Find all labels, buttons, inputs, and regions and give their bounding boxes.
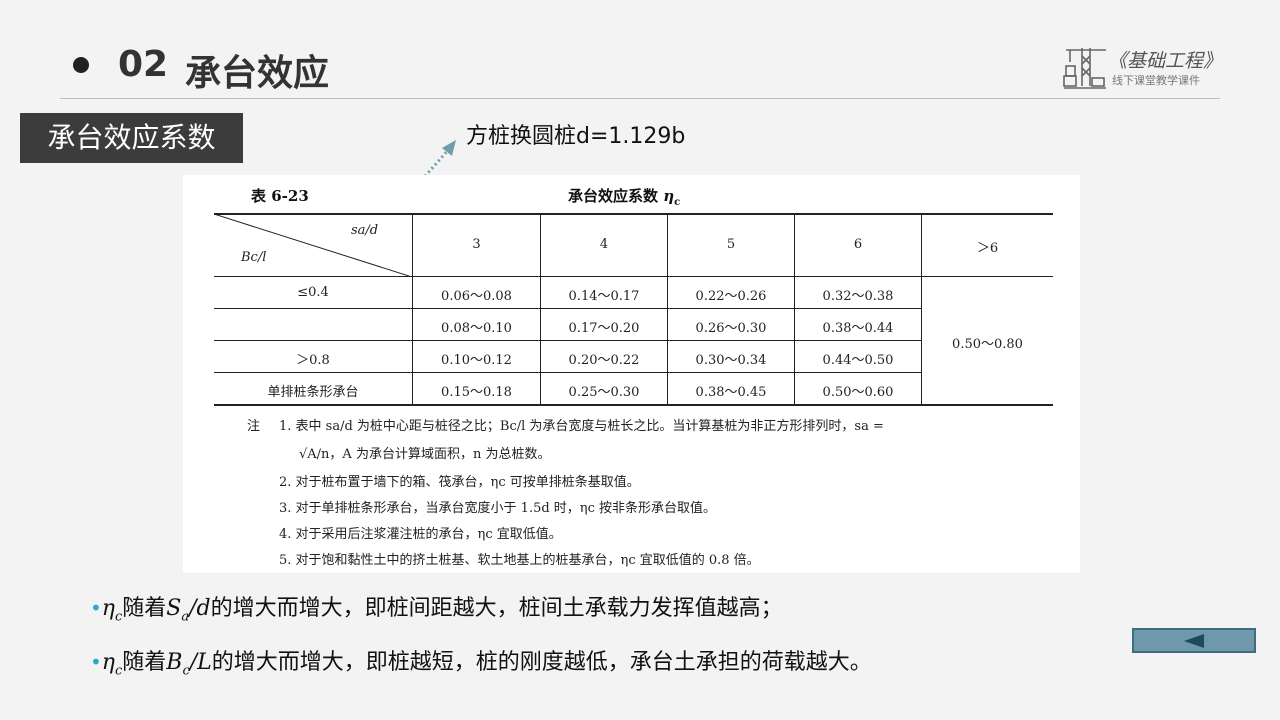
table-row-rule (214, 308, 921, 309)
table-cell: 0.25～0.30 (568, 385, 640, 400)
corner-label-top: sa/d (351, 223, 379, 238)
table-row-label: ≤0.4 (297, 285, 329, 300)
table-number: 表 6-23 (251, 187, 309, 205)
table-cell: 0.20～0.22 (568, 353, 640, 368)
table-col-header: 3 (472, 237, 481, 252)
bullet-point: •ηc随着Bc/L的增大而增大，即桩越短，桩的刚度越低，承台土承担的荷载越大。 (90, 650, 872, 679)
note-item: 5. 对于饱和黏性土中的挤土桩基、软土地基上的桩基承台，ηc 宜取低值的 0.8… (279, 553, 760, 568)
table-cell: 0.44～0.50 (822, 353, 894, 368)
table-corner-diagonal (214, 214, 412, 277)
logo-subtitle: 线下课堂教学课件 (1112, 74, 1200, 87)
table-cell: 0.38～0.45 (695, 385, 767, 400)
bullet-point: •ηc随着Sa/d的增大而增大，即桩间距越大，桩间土承载力发挥值越高； (90, 596, 783, 625)
table-cell: 0.10～0.12 (441, 353, 512, 368)
table-cell: 0.38～0.44 (822, 321, 894, 336)
back-button[interactable] (1132, 628, 1256, 653)
table-cell: 0.26～0.30 (695, 321, 767, 336)
table-cell: 0.08～0.10 (441, 321, 512, 336)
logo-title: 《基础工程》 (1108, 50, 1223, 72)
course-logo: 《基础工程》 线下课堂教学课件 (1062, 44, 1222, 90)
table-col-header: 6 (853, 237, 863, 252)
note-item: √A/n，A 为承台计算域面积，n 为总桩数。 (299, 447, 551, 462)
corner-label-bottom: Bc/l (241, 250, 267, 265)
page-title: 承台效应 (185, 53, 330, 94)
table-cell: 0.17～0.20 (568, 321, 640, 336)
table-row-rule (214, 340, 921, 341)
triangle-left-icon (1184, 634, 1204, 648)
table-col-header: 5 (726, 237, 736, 252)
table-cell: 0.15～0.18 (441, 385, 512, 400)
table-row-label: ＞0.8 (296, 353, 330, 368)
note-item: 2. 对于桩布置于墙下的箱、筏承台，ηc 可按单排桩条基取值。 (279, 475, 640, 490)
table-col-header: ＞6 (976, 241, 999, 256)
note-item: 1. 表中 sa/d 为桩中心距与桩径之比；Bc/l 为承台宽度与桩长之比。当计… (279, 419, 884, 434)
table-merged-cell: 0.50～0.80 (952, 337, 1023, 352)
section-label: 承台效应系数 (20, 113, 243, 163)
table-cell: 0.06～0.08 (441, 289, 512, 304)
table-cell: 0.30～0.34 (695, 353, 767, 368)
table-row-rule (214, 372, 921, 373)
table-cell: 0.22～0.26 (695, 289, 767, 304)
table-image-panel: 表 6-23 承台效应系数 ηc sa/d Bc/l 3 4 5 6 ＞6 ≤0… (183, 175, 1080, 573)
table-bottom-rule (214, 404, 1053, 406)
table-cell: 0.14～0.17 (568, 289, 640, 304)
table-col-header: 4 (599, 237, 609, 252)
table-row-label: 单排桩条形承台 (267, 385, 359, 400)
bullet-dot-icon: • (90, 650, 102, 674)
bullet-dot-icon: • (90, 596, 102, 620)
note-item: 4. 对于采用后注浆灌注桩的承台，ηc 宜取低值。 (279, 527, 562, 542)
table-title: 承台效应系数 ηc (568, 187, 681, 208)
header-bullet-dot (73, 57, 89, 73)
crane-icon (1063, 48, 1106, 89)
notes-label: 注 (247, 419, 261, 434)
section-number: 02 (118, 44, 169, 85)
header-divider (60, 98, 1220, 99)
annotation-text: 方桩换圆桩d=1.129b (466, 124, 686, 149)
note-item: 3. 对于单排桩条形承台，当承台宽度小于 1.5d 时，ηc 按非条形承台取值。 (279, 501, 716, 516)
table-cell: 0.50～0.60 (822, 385, 894, 400)
table-cell: 0.32～0.38 (822, 289, 894, 304)
